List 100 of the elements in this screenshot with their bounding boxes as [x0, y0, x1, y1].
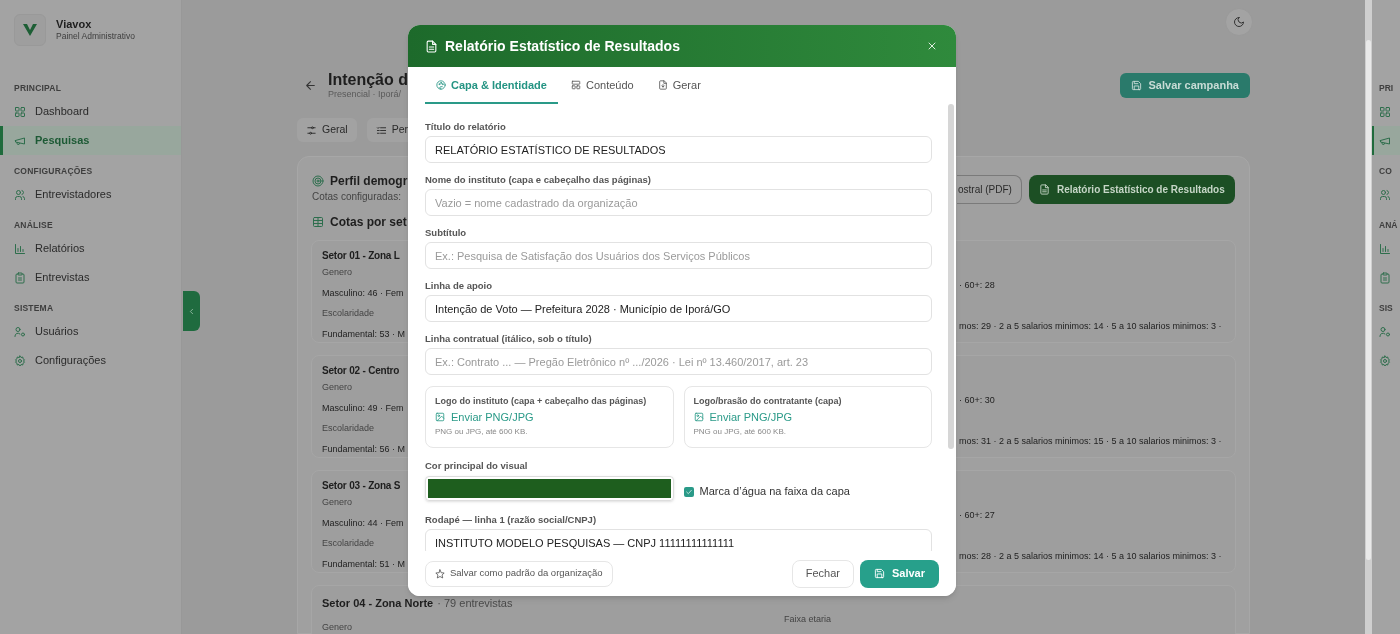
checkbox[interactable] — [683, 486, 694, 497]
grid-icon — [1379, 105, 1391, 118]
checkbox-label: Marca d’água na faixa da capa — [699, 484, 850, 500]
pdf-button[interactable]: ostral (PDF) — [957, 175, 1022, 204]
collapse-sidebar-button[interactable] — [183, 291, 200, 331]
bar-chart-icon — [14, 242, 26, 255]
moon-icon — [1233, 16, 1245, 28]
back-arrow-icon[interactable] — [304, 78, 317, 92]
checklist-icon — [375, 124, 387, 136]
target-icon — [312, 175, 324, 187]
sidebar-item[interactable]: Entrevistadores — [0, 180, 181, 209]
field-value: Fundamental: 56 · M — [322, 444, 406, 454]
field-label: Escolaridade — [322, 537, 375, 550]
image-icon — [435, 412, 445, 422]
v-logo-icon — [22, 23, 38, 37]
upload-link[interactable]: Enviar PNG/JPG — [693, 410, 922, 424]
report-button[interactable]: Relatório Estatístico de Resultados — [1028, 175, 1235, 204]
layout-icon — [570, 80, 581, 90]
settings-icon — [14, 354, 26, 367]
sidebar-item[interactable]: Relatórios — [0, 234, 181, 263]
field-value: Masculino: 46 · Fem — [322, 288, 404, 298]
user-gear-icon — [14, 325, 26, 338]
field-label: Subtítulo — [425, 227, 468, 239]
field-label: Cor principal do visual — [425, 460, 529, 472]
text-field[interactable]: Intenção de Voto — Prefeitura 2028 · Município de Iporá/GO — [425, 295, 932, 322]
save-icon — [1130, 79, 1142, 91]
sliders-icon — [306, 124, 317, 136]
user-gear-icon — [1379, 325, 1391, 338]
section-title: PRINCIPAL — [13, 82, 63, 94]
sector-title: Setor 02 - Centro — [322, 364, 400, 378]
field-label: Genero — [322, 266, 353, 279]
upload-hint: PNG ou JPG, até 600 KB. — [693, 427, 787, 437]
scrollbar[interactable] — [1365, 0, 1372, 634]
save-icon — [873, 568, 885, 579]
text-field[interactable]: Vazio = nome cadastrado da organização — [425, 189, 932, 216]
upload-label: Logo/brasão do contratante (capa) — [693, 395, 843, 407]
text-field[interactable]: RELATÓRIO ESTATÍSTICO DE RESULTADOS — [425, 136, 932, 163]
dialog-tab[interactable]: Capa & Identidade — [425, 68, 558, 104]
users-icon — [14, 188, 26, 201]
sidebar-item[interactable]: Configurações — [0, 346, 181, 375]
theme-toggle-button[interactable] — [1225, 8, 1253, 36]
section-title: CONFIGURAÇÕES — [13, 165, 94, 177]
card-subtitle: Cotas configuradas: — [312, 190, 401, 204]
table-icon — [312, 216, 324, 228]
section-title: CO — [1378, 165, 1393, 177]
megaphone-icon — [14, 134, 26, 147]
check-icon — [684, 487, 693, 496]
dialog-title: Relatório Estatístico de Resultados — [445, 36, 680, 56]
upload-link[interactable]: Enviar PNG/JPG — [435, 410, 664, 424]
field-value: Fundamental: 51 · M — [322, 559, 406, 569]
field-value: · 60+: 30 — [959, 394, 995, 407]
field-label: Escolaridade — [322, 307, 375, 320]
field-label: Nome do instituto (capa e cabeçalho das páginas) — [425, 174, 652, 186]
page-subtitle: Presencial · Iporá/ — [328, 89, 403, 100]
save-campaign-button[interactable]: Salvar campanha — [1119, 72, 1250, 98]
upload-hint: PNG ou JPG, até 600 KB. — [435, 427, 529, 437]
interview-count: · 79 entrevistas — [437, 596, 513, 610]
section-title: ANÁLISE — [13, 219, 54, 231]
upload-label: Logo do instituto (capa + cabeçalho das páginas) — [435, 395, 648, 407]
clipboard-icon — [1379, 271, 1391, 284]
brand-name: Viavox — [56, 18, 93, 31]
field-label: Faixa etaria — [784, 613, 832, 626]
sidebar-item[interactable]: Entrevistas — [0, 263, 181, 292]
settings-icon — [1379, 354, 1391, 367]
document-download-icon — [657, 80, 668, 90]
save-button[interactable]: Salvar — [859, 559, 939, 588]
field-label: Rodapé — linha 1 (razão social/CNPJ) — [425, 514, 598, 526]
field-label: Título do relatório — [425, 121, 507, 133]
close-dialog-button[interactable]: Fechar — [791, 559, 854, 588]
text-field[interactable]: Ex.: Contrato ... — Pregão Eletrônico nº .../2026 · Lei nº 13.460/2017, art. 23 — [425, 348, 932, 375]
sidebar-item[interactable]: Usuários — [0, 317, 181, 346]
text-field[interactable]: Ex.: Pesquisa de Satisfação dos Usuários dos Serviços Públicos — [425, 242, 932, 269]
dialog-tab[interactable]: Conteúdo — [559, 68, 645, 104]
card-title: Perfil demogr — [330, 173, 408, 189]
sidebar-item[interactable]: Pesquisas — [0, 126, 181, 155]
section-title: PRI — [1378, 82, 1395, 94]
star-icon — [435, 568, 445, 579]
field-value: mos: 31 · 2 a 5 salarios minimos: 15 · 5 a 10 salarios minimos: 3 · — [959, 435, 1222, 448]
image-icon — [693, 412, 704, 422]
users-icon — [1379, 188, 1391, 201]
megaphone-icon — [1379, 134, 1391, 147]
field-value: mos: 29 · 2 a 5 salarios minimos: 14 · 5 a 10 salarios minimos: 3 · — [959, 320, 1222, 333]
field-value: Fundamental: 53 · M — [322, 329, 406, 339]
save-default-button[interactable]: Salvar como padrão da organização — [425, 560, 613, 587]
section-heading: Cotas por set — [330, 214, 407, 230]
dialog-tab[interactable]: Gerar — [646, 68, 712, 104]
bar-chart-icon — [1379, 242, 1391, 255]
field-value: Masculino: 49 · Fem — [322, 403, 404, 413]
field-value: Masculino: 44 · Fem — [322, 518, 404, 528]
sector-title: Setor 01 - Zona L — [322, 249, 400, 263]
palette-icon — [436, 80, 446, 90]
field-label: Linha contratual (itálico, sob o título) — [425, 333, 593, 345]
brand-subtitle: Painel Administrativo — [56, 31, 135, 42]
sidebar-item[interactable] — [1372, 126, 1400, 155]
text-field[interactable]: INSTITUTO MODELO PESQUISAS — CNPJ 11111111111111 — [425, 529, 932, 551]
page-tab[interactable]: Geral — [297, 118, 357, 142]
sidebar-item[interactable]: Dashboard — [0, 97, 181, 126]
field-label: Genero — [322, 622, 353, 632]
field-label: Genero — [322, 381, 353, 394]
clipboard-icon — [14, 271, 26, 284]
